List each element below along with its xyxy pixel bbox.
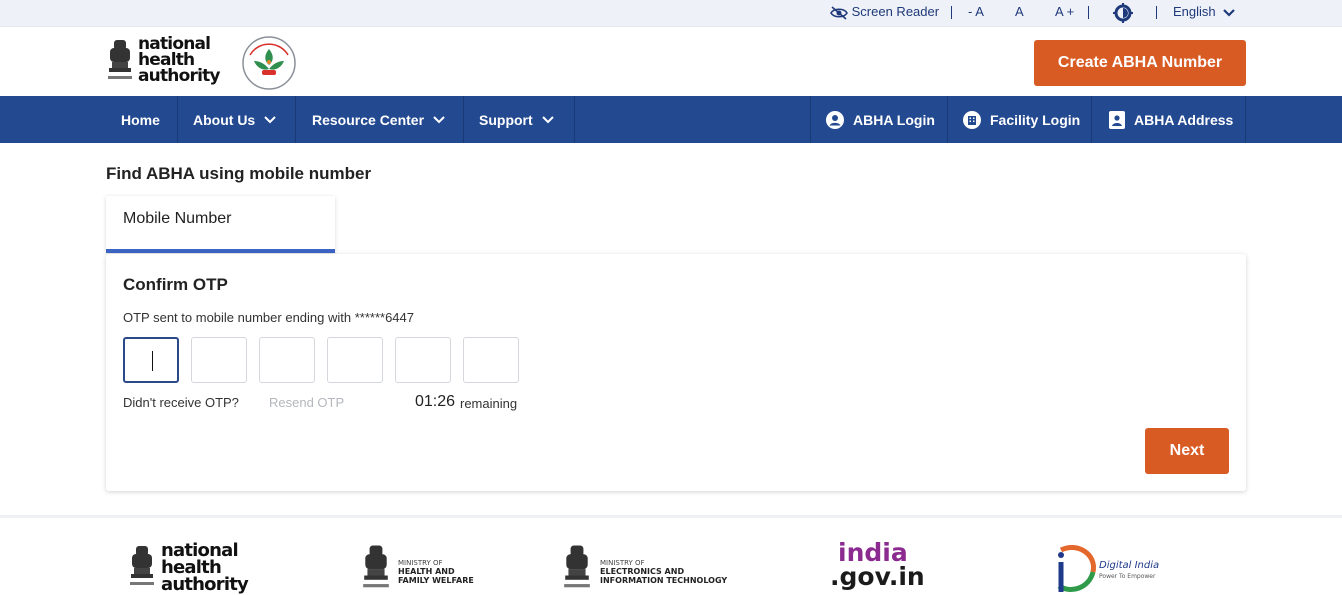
page-title: Find ABHA using mobile number: [106, 164, 372, 183]
footer-digital-india-logo[interactable]: Digital India Power To Empower: [1049, 542, 1169, 595]
logo-line: authority: [138, 66, 221, 86]
chevron-down-icon: [1223, 8, 1236, 17]
ministry-line: FAMILY WELFARE: [398, 576, 474, 585]
national-emblem-icon: [363, 545, 389, 588]
tab-mobile-number[interactable]: Mobile Number: [106, 196, 335, 253]
ministry-line: HEALTH AND: [398, 567, 455, 576]
footer-nha-logo[interactable]: national health authority: [128, 542, 258, 595]
ministry-line: INFORMATION TECHNOLOGY: [600, 576, 728, 585]
language-label: English: [1173, 4, 1216, 19]
countdown-suffix: remaining: [460, 396, 518, 411]
countdown-timer: 01:26: [415, 393, 456, 410]
create-abha-button[interactable]: Create ABHA Number: [1034, 40, 1246, 86]
didnt-receive-label: Didn't receive OTP?: [123, 395, 239, 410]
otp-card: Confirm OTP OTP sent to mobile number en…: [106, 254, 1246, 491]
nav-home[interactable]: Home: [105, 96, 177, 143]
footer: national health authority MINISTRY OF HE…: [0, 515, 1342, 595]
footer-meity-logo[interactable]: MINISTRY OF ELECTRONICS AND INFORMATION …: [562, 542, 742, 595]
otp-message: OTP sent to mobile number ending with **…: [123, 310, 414, 325]
abdm-logo-icon[interactable]: [240, 35, 298, 91]
nav-about-label: About Us: [193, 111, 256, 128]
nav-support[interactable]: Support: [463, 96, 574, 143]
screen-reader-label: Screen Reader: [851, 4, 940, 19]
next-button[interactable]: Next: [1145, 428, 1229, 474]
logo-line: authority: [161, 574, 249, 595]
nav-facility-login-label: Facility Login: [990, 111, 1081, 128]
building-icon: [963, 110, 981, 129]
user-circle-icon: [826, 110, 844, 129]
digital-india-tagline: Power To Empower: [1099, 573, 1156, 580]
nav-abha-address-label: ABHA Address: [1134, 111, 1234, 128]
main-nav: Home About Us Resource Center Support AB…: [0, 96, 1342, 143]
otp-digit-input-4[interactable]: [327, 337, 383, 383]
otp-digit-input-6[interactable]: [463, 337, 519, 383]
resend-otp-link[interactable]: Resend OTP: [269, 395, 344, 410]
ministry-line: MINISTRY OF: [600, 559, 645, 567]
digital-india-title: Digital India: [1099, 560, 1160, 571]
nav-resource-center[interactable]: Resource Center: [296, 96, 463, 143]
ministry-line: ELECTRONICS AND: [600, 567, 685, 576]
card-title: Confirm OTP: [123, 275, 228, 294]
national-emblem-icon: [130, 546, 154, 585]
national-emblem-icon: [564, 545, 590, 588]
footer-nha-wordmark: national health authority: [161, 542, 249, 595]
otp-digit-input-3[interactable]: [259, 337, 315, 383]
nav-about[interactable]: About Us: [177, 96, 295, 143]
font-decrease-button[interactable]: - A: [968, 4, 984, 19]
divider: [1088, 6, 1089, 19]
language-select[interactable]: English: [1173, 4, 1236, 19]
nav-divider: [1245, 96, 1246, 143]
otp-digit-input-1[interactable]: [123, 337, 179, 383]
screen-reader-link[interactable]: Screen Reader: [830, 4, 939, 20]
nav-abha-address[interactable]: ABHA Address: [1091, 96, 1245, 143]
nav-divider: [574, 96, 575, 143]
divider: [1156, 6, 1157, 19]
national-emblem-icon: [108, 40, 132, 79]
nav-facility-login[interactable]: Facility Login: [947, 96, 1091, 143]
meity-text: MINISTRY OF ELECTRONICS AND INFORMATION …: [600, 559, 727, 585]
contrast-toggle[interactable]: [1113, 3, 1133, 23]
mohfw-text: MINISTRY OF HEALTH AND FAMILY WELFARE: [398, 559, 474, 585]
chevron-down-icon: [541, 115, 554, 123]
otp-digit-input-5[interactable]: [395, 337, 451, 383]
text-cursor: [152, 351, 153, 371]
eye-slash-icon: [830, 5, 848, 20]
contrast-icon: [1113, 3, 1133, 23]
brand-header: national health authority Create ABHA Nu…: [0, 27, 1342, 96]
ministry-line: MINISTRY OF: [398, 559, 443, 567]
otp-digit-input-2[interactable]: [191, 337, 247, 383]
id-card-icon: [1109, 110, 1125, 129]
divider: [951, 6, 952, 19]
tab-mobile-number-label: Mobile Number: [123, 210, 232, 227]
nav-home-label: Home: [121, 111, 160, 128]
digital-india-icon: [1057, 545, 1096, 592]
india-gov-line: .gov.in: [830, 562, 925, 591]
nha-logo[interactable]: national health authority: [106, 36, 228, 88]
nav-resource-label: Resource Center: [312, 111, 425, 128]
nha-wordmark: national health authority: [138, 36, 221, 86]
chevron-down-icon: [264, 115, 276, 123]
footer-india-gov-logo[interactable]: india .gov.in: [830, 540, 930, 595]
font-normal-button[interactable]: A: [1015, 4, 1024, 19]
chevron-down-icon: [433, 115, 445, 123]
footer-mohfw-logo[interactable]: MINISTRY OF HEALTH AND FAMILY WELFARE: [361, 542, 491, 595]
font-increase-button[interactable]: A +: [1055, 4, 1074, 19]
nav-abha-login[interactable]: ABHA Login: [810, 96, 947, 143]
utility-bar: Screen Reader - A A A + English: [0, 0, 1342, 27]
nav-abha-login-label: ABHA Login: [853, 111, 935, 128]
nav-support-label: Support: [479, 111, 533, 128]
